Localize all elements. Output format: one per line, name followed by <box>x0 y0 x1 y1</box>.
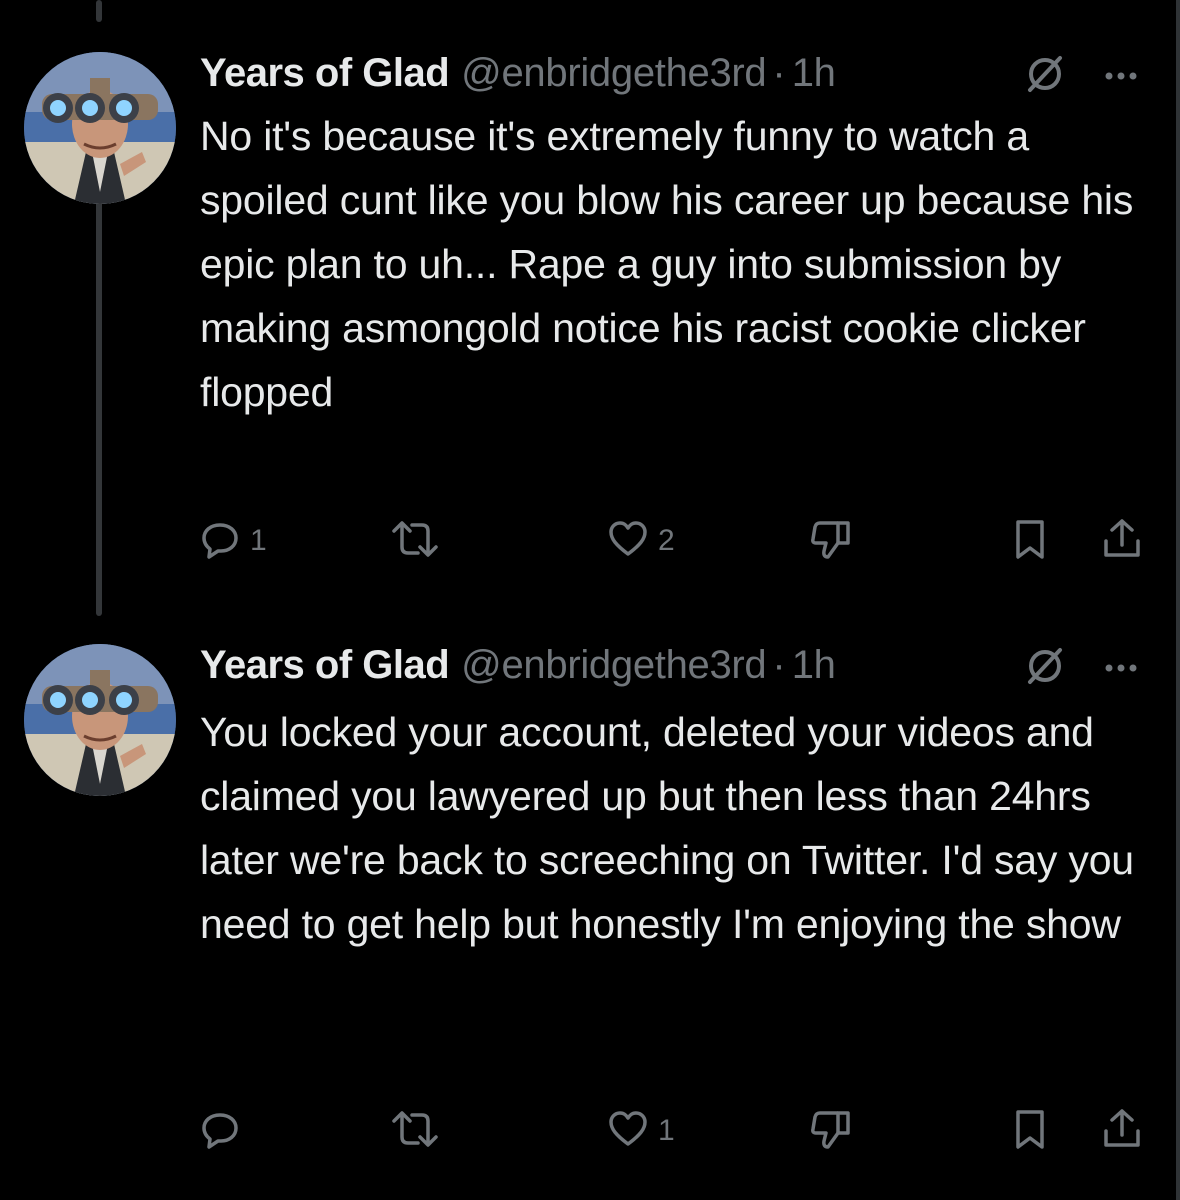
like-count: 2 <box>658 524 675 557</box>
display-name[interactable]: Years of Glad <box>200 51 450 96</box>
tweet-text: No it's because it's extremely funny to … <box>200 113 1134 415</box>
retweet-icon <box>390 517 440 566</box>
bookmark-icon <box>1010 517 1050 566</box>
timestamp[interactable]: 1h <box>792 51 836 96</box>
thread-line-top <box>96 0 102 22</box>
reply-count: 1 <box>250 524 267 557</box>
share-button[interactable] <box>1100 516 1144 566</box>
separator-dot: · <box>772 50 786 95</box>
slashed-circle-icon[interactable] <box>1020 52 1070 101</box>
thumbs-down-icon <box>808 517 852 566</box>
thumbs-down-icon <box>808 1107 852 1156</box>
action-bar: 1 2 <box>0 516 1180 566</box>
dislike-button[interactable] <box>808 1106 852 1156</box>
retweet-icon <box>390 1107 440 1156</box>
like-button[interactable]: 1 <box>606 1106 675 1156</box>
slashed-circle-icon[interactable] <box>1020 644 1070 693</box>
heart-icon <box>606 1107 650 1156</box>
avatar-image <box>24 52 176 204</box>
retweet-button[interactable] <box>390 1106 448 1156</box>
tweet-header: Years of Glad @enbridgethe3rd · 1h <box>200 640 836 690</box>
more-dots-icon[interactable] <box>1096 52 1146 101</box>
reply-icon <box>198 517 242 566</box>
like-count: 1 <box>658 1114 675 1147</box>
bookmark-icon <box>1010 1107 1050 1156</box>
share-icon <box>1100 1107 1144 1156</box>
reply-button[interactable]: 1 <box>198 516 267 566</box>
tweet-text: You locked your account, deleted your vi… <box>200 709 1134 947</box>
user-handle[interactable]: @enbridgethe3rd <box>461 51 767 96</box>
reply-icon <box>198 1107 242 1156</box>
user-handle[interactable]: @enbridgethe3rd <box>461 643 767 688</box>
column-border <box>1176 0 1180 1200</box>
more-dots-icon[interactable] <box>1096 644 1146 693</box>
bookmark-button[interactable] <box>1010 516 1050 566</box>
like-button[interactable]: 2 <box>606 516 675 566</box>
display-name[interactable]: Years of Glad <box>200 643 450 688</box>
reply-button[interactable] <box>198 1106 250 1156</box>
share-icon <box>1100 517 1144 566</box>
heart-icon <box>606 517 650 566</box>
action-bar: 1 <box>0 1106 1180 1156</box>
retweet-button[interactable] <box>390 516 448 566</box>
separator-dot: · <box>772 642 786 687</box>
tweet-header: Years of Glad @enbridgethe3rd · 1h <box>200 48 836 98</box>
avatar[interactable] <box>24 644 176 796</box>
dislike-button[interactable] <box>808 516 852 566</box>
share-button[interactable] <box>1100 1106 1144 1156</box>
bookmark-button[interactable] <box>1010 1106 1050 1156</box>
timestamp[interactable]: 1h <box>792 643 836 688</box>
avatar[interactable] <box>24 52 176 204</box>
avatar-image <box>24 644 176 796</box>
